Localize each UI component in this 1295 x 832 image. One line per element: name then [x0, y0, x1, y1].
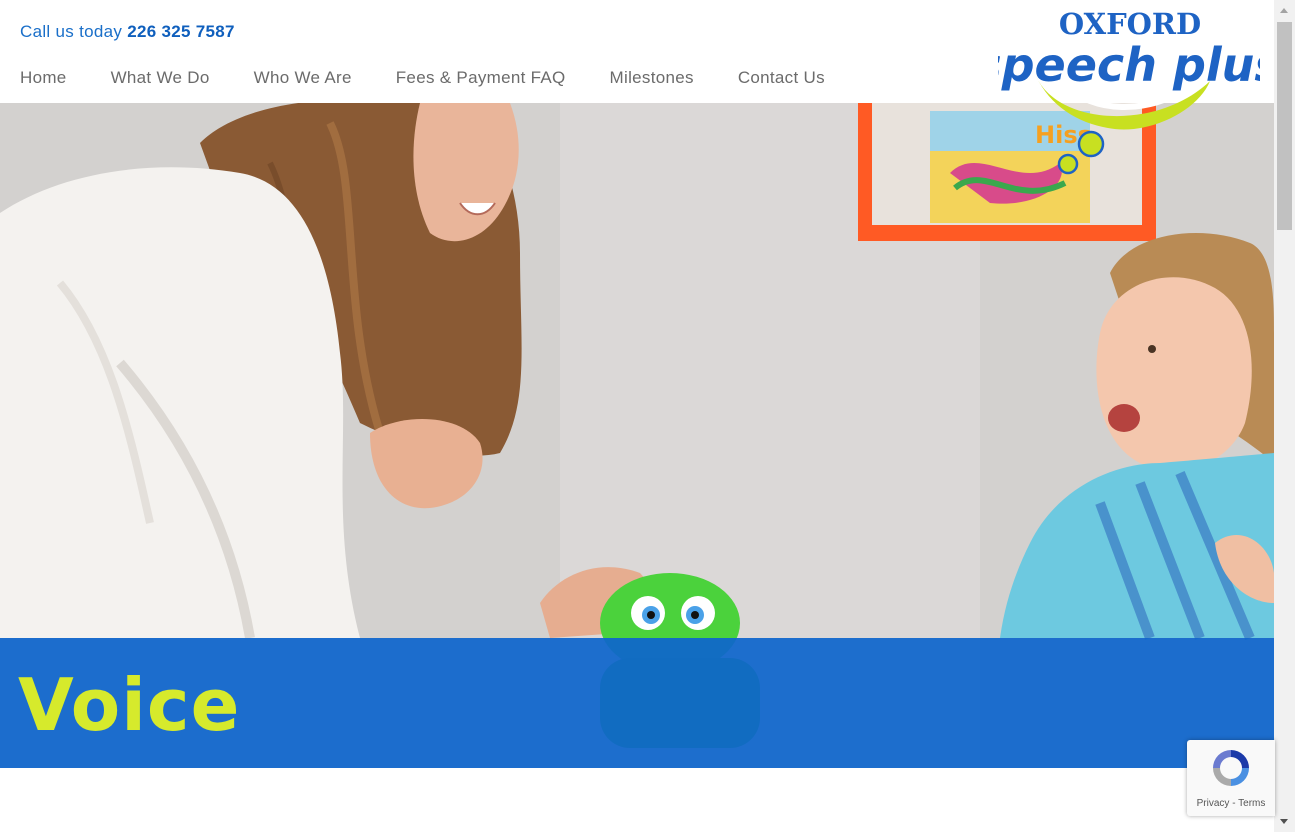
nav-contact-us[interactable]: Contact Us [738, 68, 825, 88]
nav-who-we-are[interactable]: Who We Are [254, 68, 352, 88]
recaptcha-privacy-link[interactable]: Privacy [1197, 798, 1230, 809]
nav-milestones[interactable]: Milestones [610, 68, 694, 88]
call-us-line: Call us today 226 325 7587 [20, 22, 235, 42]
page-title: Voice [18, 663, 241, 747]
logo-line1: OXFORD [1059, 7, 1201, 41]
recaptcha-separator: - [1229, 798, 1239, 809]
nav-fees-payment-faq[interactable]: Fees & Payment FAQ [396, 68, 566, 88]
page: Call us today 226 325 7587 Home What We … [0, 0, 1283, 832]
recaptcha-icon [1213, 750, 1249, 786]
scroll-up-button[interactable] [1274, 0, 1295, 21]
nav-home[interactable]: Home [20, 68, 67, 88]
nav-what-we-do[interactable]: What We Do [111, 68, 210, 88]
scroll-down-button[interactable] [1274, 811, 1295, 832]
site-logo[interactable]: OXFORD speech plus [973, 6, 1283, 181]
logo-graphic: OXFORD speech plus [973, 7, 1283, 175]
scroll-thumb[interactable] [1277, 22, 1292, 230]
recaptcha-terms-link[interactable]: Terms [1238, 798, 1265, 809]
chevron-down-icon [1280, 819, 1288, 824]
main-nav: Home What We Do Who We Are Fees & Paymen… [20, 68, 869, 88]
hero-banner: Hiss Voice [0, 103, 1274, 768]
call-us-label: Call us today [20, 22, 123, 41]
vertical-scrollbar[interactable] [1274, 0, 1295, 832]
logo-line2: speech plus [998, 38, 1260, 92]
recaptcha-links: Privacy - Terms [1187, 798, 1275, 809]
chevron-up-icon [1280, 8, 1288, 13]
phone-link[interactable]: 226 325 7587 [127, 22, 235, 41]
recaptcha-badge[interactable]: Privacy - Terms [1187, 740, 1275, 816]
